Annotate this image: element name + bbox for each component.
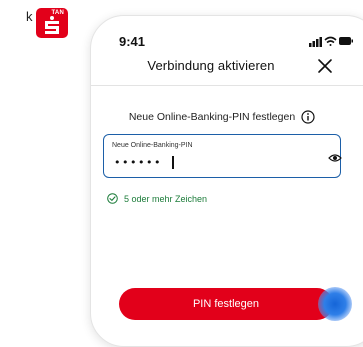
app-logo: TAN	[36, 8, 68, 38]
close-icon[interactable]	[317, 58, 333, 74]
pin-input[interactable]	[112, 155, 306, 170]
info-icon[interactable]	[301, 110, 315, 124]
validation-row: 5 oder mehr Zeichen	[107, 193, 207, 204]
battery-icon	[339, 37, 353, 45]
check-circle-icon	[107, 193, 118, 204]
phone-frame: 9:41 Verbindung aktivieren Neue Online-B…	[90, 15, 363, 347]
text-cursor	[172, 156, 174, 169]
page-title: Verbindung aktivieren	[147, 58, 275, 73]
wifi-icon	[324, 36, 337, 46]
validation-text: 5 oder mehr Zeichen	[124, 193, 208, 204]
prompt-row: Neue Online-Banking-PIN festlegen	[91, 110, 353, 124]
pin-festlegen-button[interactable]: PIN festlegen	[119, 288, 333, 320]
status-time: 9:41	[119, 34, 146, 49]
prompt-text: Neue Online-Banking-PIN festlegen	[128, 111, 296, 123]
status-icons	[309, 36, 353, 47]
sparkasse-s-logo-icon	[45, 16, 59, 34]
pin-field[interactable]: Neue Online-Banking-PIN	[103, 134, 342, 178]
pin-field-label: Neue Online-Banking-PIN	[112, 142, 193, 149]
signal-icon	[309, 37, 322, 47]
eye-icon[interactable]	[328, 153, 342, 163]
header-divider	[91, 85, 363, 86]
touch-indicator	[318, 287, 352, 321]
partial-text: k	[26, 9, 33, 24]
